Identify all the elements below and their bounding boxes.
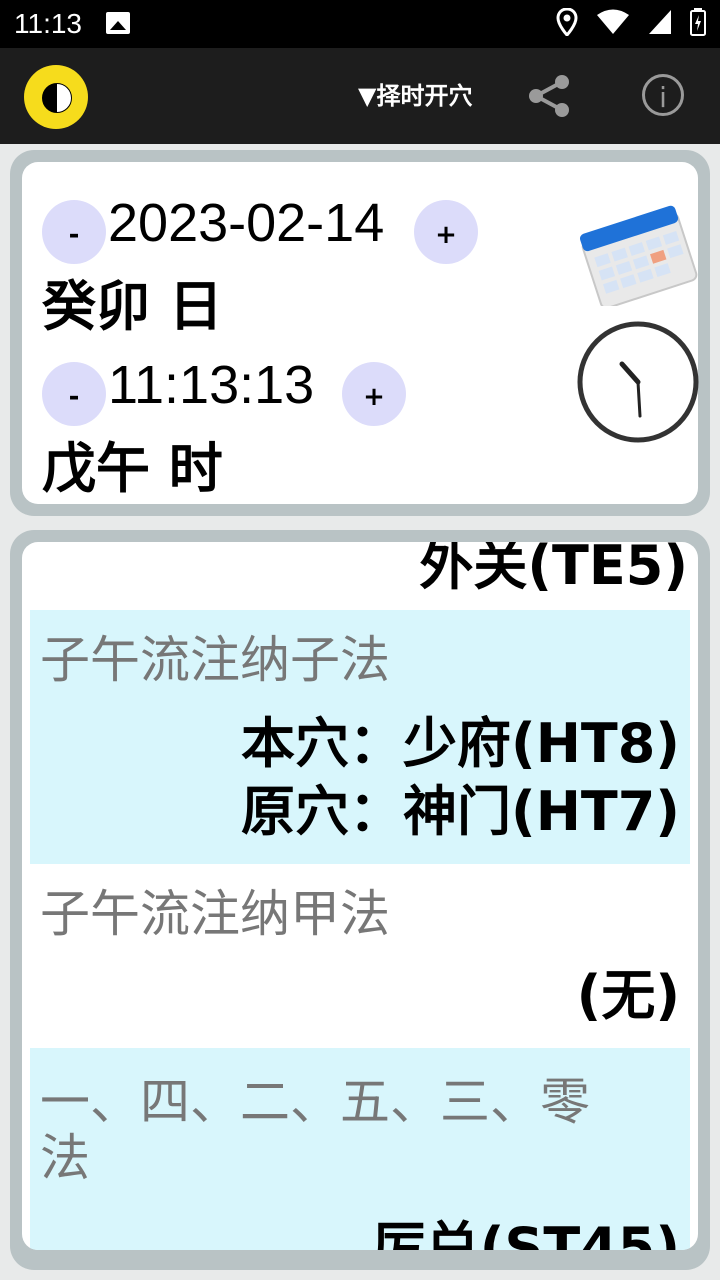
results-list[interactable]: 外关(TE5) 子午流注纳子法 本穴：少府(HT8) 原穴：神门(HT7) 子午… — [22, 542, 698, 1250]
point-value: (无) — [576, 964, 680, 1027]
results-card: 外关(TE5) 子午流注纳子法 本穴：少府(HT8) 原穴：神门(HT7) 子午… — [10, 530, 710, 1270]
point-value: 本穴：少府(HT8) — [241, 712, 680, 775]
date-value[interactable]: 2023-02-14 — [108, 192, 384, 254]
datetime-panel: - 2023-02-14 + 癸卯 日 - 11:13:13 + 戊午 时 — [22, 162, 700, 504]
time-decrement-button[interactable]: - — [42, 362, 106, 426]
time-increment-button[interactable]: + — [342, 362, 406, 426]
calendar-icon[interactable] — [574, 196, 702, 306]
hour-ganzhi: 戊午 时 — [42, 437, 223, 500]
partial-result-value: 外关(TE5) — [419, 542, 688, 597]
app-toolbar: ▼择时开穴 i — [0, 48, 720, 144]
status-bar: 11:13 — [0, 0, 720, 48]
list-item[interactable]: 一、四、二、五、三、零 法 厉兑(ST45) — [30, 1048, 690, 1250]
status-time: 11:13 — [14, 8, 82, 39]
datetime-card: - 2023-02-14 + 癸卯 日 - 11:13:13 + 戊午 时 — [10, 150, 710, 516]
date-increment-button[interactable]: + — [414, 200, 478, 264]
method-title: 子午流注纳子法 — [40, 631, 390, 689]
clock-icon[interactable] — [576, 320, 700, 444]
time-value[interactable]: 11:13:13 — [108, 354, 314, 416]
mode-dropdown[interactable]: ▼择时开穴 — [358, 76, 472, 111]
app-logo[interactable] — [24, 65, 88, 129]
yin-yang-icon — [42, 83, 72, 113]
method-title: 一、四、二、五、三、零 法 — [40, 1073, 590, 1187]
day-ganzhi: 癸卯 日 — [42, 275, 223, 338]
cell-signal-icon — [649, 10, 671, 34]
share-icon[interactable] — [524, 70, 576, 122]
point-value: 厉兑(ST45) — [371, 1216, 680, 1250]
point-value: 原穴：神门(HT7) — [241, 780, 680, 843]
location-icon — [556, 8, 578, 36]
battery-icon — [690, 8, 706, 36]
list-item[interactable]: 子午流注纳子法 本穴：少府(HT8) 原穴：神门(HT7) — [30, 610, 690, 864]
date-decrement-button[interactable]: - — [42, 200, 106, 264]
wifi-icon — [597, 9, 629, 34]
status-icons — [556, 8, 706, 36]
image-notification-icon — [106, 12, 130, 34]
info-icon[interactable]: i — [642, 74, 684, 116]
method-title: 子午流注纳甲法 — [40, 885, 390, 943]
list-item[interactable]: 子午流注纳甲法 (无) — [30, 864, 690, 1048]
